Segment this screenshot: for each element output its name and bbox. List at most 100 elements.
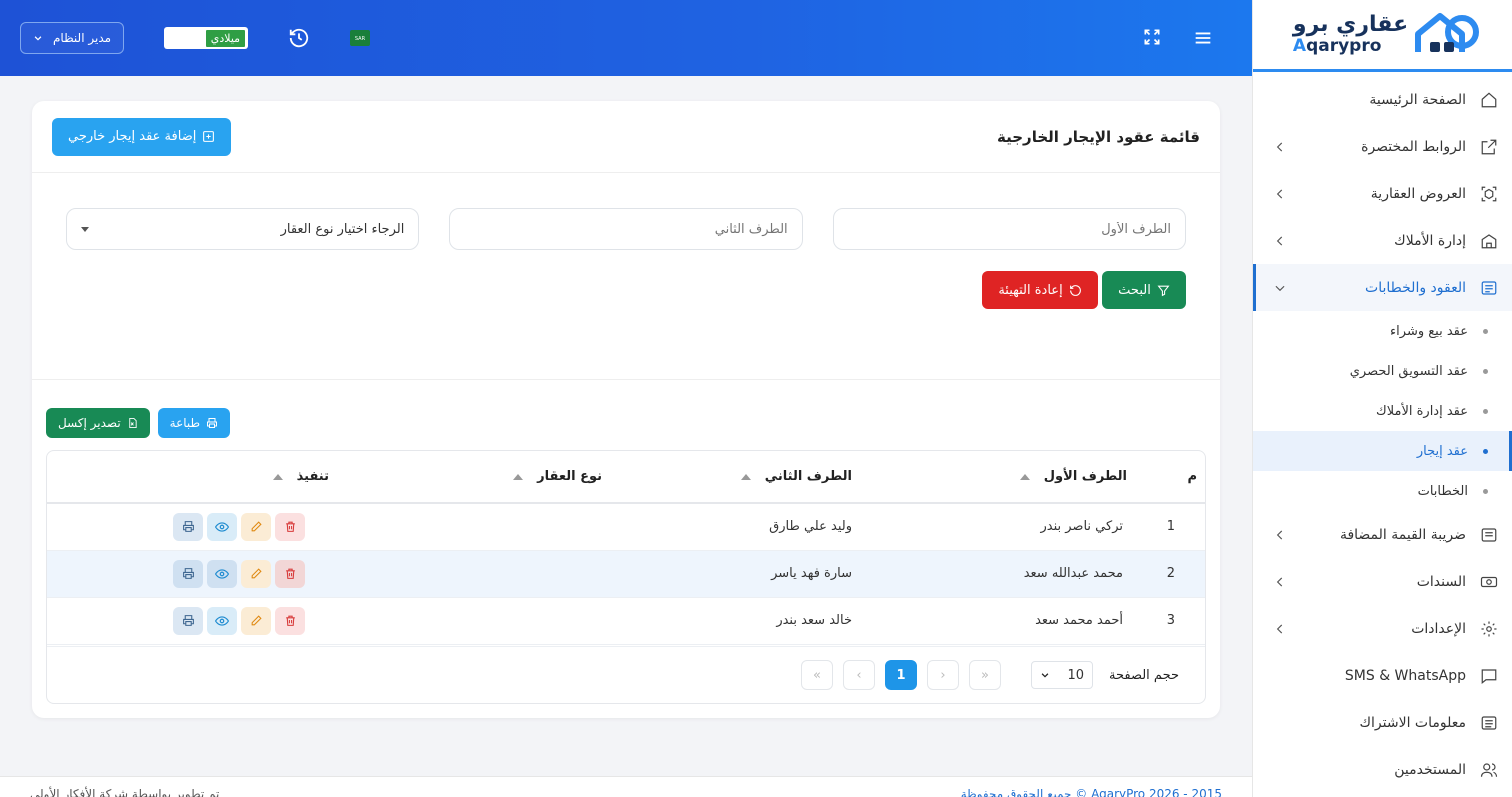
calendar-toggle[interactable]: ميلادي [164, 27, 249, 49]
printer-icon [207, 418, 218, 428]
printer-icon [182, 568, 194, 579]
row-view-button[interactable] [207, 512, 237, 541]
row-print-button[interactable] [173, 559, 203, 588]
row-delete-button[interactable] [275, 606, 305, 635]
sidebar-subitem-lease-contract[interactable]: عقد إيجار [1253, 431, 1512, 471]
bullet-icon [1483, 449, 1488, 454]
sidebar-item-home[interactable]: الصفحة الرئيسية [1253, 76, 1512, 123]
caret-down-icon [81, 226, 90, 232]
reset-button[interactable]: إعادة التهيئة [982, 271, 1098, 309]
search-button[interactable]: البحث [1102, 271, 1186, 309]
trash-icon [285, 521, 295, 533]
col-header-actions[interactable]: تنفيذ [47, 451, 345, 504]
users-icon [1478, 759, 1500, 781]
table-row: 1 تركي ناصر بندر وليد علي طارق [47, 503, 1205, 551]
table-row: 2 محمد عبدالله سعد سارة فهد ياسر [47, 550, 1205, 598]
sidebar-item-label: الإعدادات [1411, 620, 1466, 637]
table-row: 3 أحمد محمد سعد خالد سعد بندر [47, 597, 1205, 645]
sidebar: عقاري برو Aqarypro الصفحة الرئيسية الروا… [1252, 0, 1512, 797]
sidebar-item-label: معلومات الاشتراك [1359, 714, 1467, 731]
bullet-icon [1483, 409, 1488, 414]
row-print-button[interactable] [173, 606, 203, 635]
export-excel-button[interactable]: تصدير إكسل [46, 408, 150, 438]
col-header-num[interactable]: م [1135, 451, 1205, 504]
developer-credit: تم تطوير بواسطة شركة الأفكار الأولى [30, 787, 220, 797]
sidebar-item-label: إدارة الأملاك [1394, 232, 1466, 249]
row-delete-button[interactable] [275, 512, 305, 541]
col-header-second-party[interactable]: الطرف الثاني [610, 451, 860, 504]
sidebar-item-shortcuts[interactable]: الروابط المختصرة [1253, 123, 1512, 170]
row-view-button[interactable] [207, 559, 237, 588]
second-party-input[interactable] [449, 208, 803, 250]
last-page-button[interactable]: » [801, 660, 833, 690]
property-type-value: الرجاء اختيار نوع العقار [280, 221, 405, 237]
chevron-left-icon [1276, 236, 1283, 245]
row-edit-button[interactable] [241, 606, 271, 635]
contracts-table: م الطرف الأول الطرف الثاني نوع العقار تن… [46, 450, 1206, 704]
next-page-button[interactable]: › [843, 660, 875, 690]
cell-second-party: خالد سعد بندر [610, 597, 860, 645]
sidebar-subitem-exclusive-marketing[interactable]: عقد التسويق الحصري [1253, 351, 1512, 391]
cell-actions [47, 597, 345, 645]
print-button[interactable]: طباعة [157, 408, 231, 438]
table-header-row: م الطرف الأول الطرف الثاني نوع العقار تن… [47, 451, 1205, 504]
row-delete-button[interactable] [275, 559, 305, 588]
row-edit-button[interactable] [241, 559, 271, 588]
table-tools: تصدير إكسل طباعة [46, 408, 231, 438]
page-title: قائمة عقود الإيجار الخارجية [997, 127, 1200, 146]
document-list-icon [1478, 277, 1500, 299]
add-external-lease-button[interactable]: إضافة عقد إيجار خارجي [52, 117, 232, 156]
cell-first-party: محمد عبدالله سعد [860, 550, 1135, 598]
sidebar-item-users[interactable]: المستخدمين [1253, 746, 1512, 793]
chevron-left-icon [1276, 530, 1283, 539]
row-print-button[interactable] [173, 512, 203, 541]
eye-icon [215, 615, 229, 626]
col-header-first-party[interactable]: الطرف الأول [860, 451, 1135, 504]
excel-file-icon [128, 417, 137, 429]
receipt-icon [1478, 524, 1500, 546]
sidebar-item-vouchers[interactable]: السندات [1253, 558, 1512, 605]
sidebar-item-label: الصفحة الرئيسية [1369, 91, 1466, 108]
cell-second-party: سارة فهد ياسر [610, 550, 860, 598]
contracts-card: قائمة عقود الإيجار الخارجية إضافة عقد إي… [32, 101, 1220, 718]
saudi-flag-icon[interactable]: SAR [350, 30, 371, 46]
sidebar-subitem-sale-contract[interactable]: عقد بيع وشراء [1253, 311, 1512, 351]
sidebar-item-settings[interactable]: الإعدادات [1253, 605, 1512, 652]
sidebar-item-label: الروابط المختصرة [1361, 138, 1466, 155]
sidebar-item-sms-whatsapp[interactable]: SMS & WhatsApp [1253, 652, 1512, 699]
first-party-input[interactable] [832, 208, 1186, 250]
history-icon[interactable] [288, 27, 310, 49]
sidebar-item-vat[interactable]: ضريبة القيمة المضافة [1253, 511, 1512, 558]
row-edit-button[interactable] [241, 512, 271, 541]
gear-icon [1478, 618, 1500, 640]
property-type-select[interactable]: الرجاء اختيار نوع العقار [66, 208, 420, 250]
pencil-icon [251, 521, 262, 532]
first-page-button[interactable]: « [969, 660, 1001, 690]
current-page-button[interactable]: 1 [885, 660, 917, 690]
fullscreen-icon[interactable] [1140, 27, 1162, 49]
page-size-select[interactable]: 10 [1031, 661, 1093, 689]
sidebar-subitem-label: عقد إدارة الأملاك [1376, 403, 1468, 419]
logo[interactable]: عقاري برو Aqarypro [1253, 0, 1512, 72]
cell-property-type [345, 550, 610, 598]
hamburger-menu-icon[interactable] [1192, 27, 1214, 49]
cell-actions [47, 550, 345, 598]
filter-panel: الرجاء اختيار نوع العقار البحث إعادة الت… [66, 208, 1186, 309]
sidebar-item-property-management[interactable]: إدارة الأملاك [1253, 217, 1512, 264]
prev-page-button[interactable]: ‹ [927, 660, 959, 690]
sidebar-item-offers[interactable]: العروض العقارية [1253, 170, 1512, 217]
sidebar-item-contracts[interactable]: العقود والخطابات [1253, 264, 1512, 311]
cell-num: 3 [1135, 597, 1205, 645]
sidebar-subitem-letters[interactable]: الخطابات [1253, 471, 1512, 511]
add-button-label: إضافة عقد إيجار خارجي [68, 129, 197, 144]
row-view-button[interactable] [207, 606, 237, 635]
bullet-icon [1483, 489, 1488, 494]
sidebar-subitem-property-management-contract[interactable]: عقد إدارة الأملاك [1253, 391, 1512, 431]
logo-house-icon [1415, 12, 1480, 52]
sidebar-subitem-label: الخطابات [1417, 483, 1468, 499]
eye-icon [215, 522, 229, 532]
printer-icon [182, 615, 194, 626]
sidebar-item-subscription[interactable]: معلومات الاشتراك [1253, 699, 1512, 746]
col-header-property-type[interactable]: نوع العقار [345, 451, 610, 504]
user-menu-button[interactable]: مدير النظام [20, 22, 125, 54]
